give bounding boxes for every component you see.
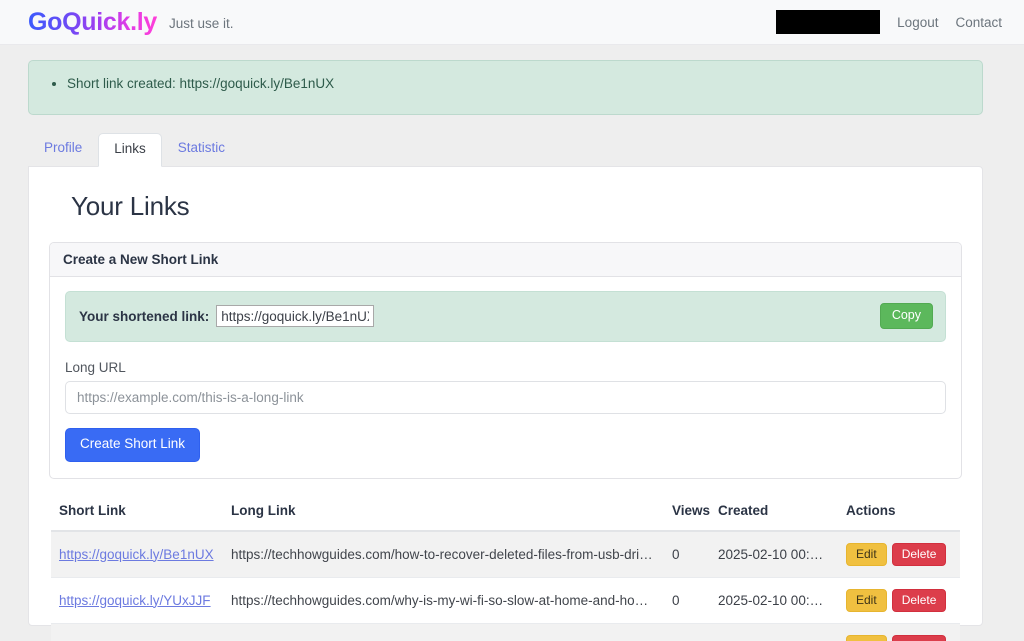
cell-created: 2025-02-10 00:33:19 bbox=[710, 530, 838, 578]
tab-links[interactable]: Links bbox=[98, 133, 162, 168]
table-row: https://goquick.ly/YUxJJF https://techhow… bbox=[51, 576, 960, 624]
shortened-link-label: Your shortened link: bbox=[79, 308, 210, 324]
create-button-row: Create Short Link bbox=[65, 414, 946, 462]
links-table-head: Short Link Long Link Views Created Actio… bbox=[51, 496, 960, 532]
cell-views: 0 bbox=[664, 576, 710, 624]
long-url-label: Long URL bbox=[65, 359, 126, 375]
cell-actions: EditDelete bbox=[838, 530, 960, 578]
header-views: Views bbox=[664, 496, 710, 532]
page-title: Your Links bbox=[71, 191, 190, 222]
username-redacted-box bbox=[776, 10, 881, 34]
create-link-panel: Create a New Short Link Your shortened l… bbox=[49, 242, 962, 479]
short-link-anchor[interactable]: https://goquick.ly/Be1nUX bbox=[59, 547, 214, 562]
header-short-link: Short Link bbox=[51, 496, 223, 532]
cell-short-link: https://goquick.ly/Be1nUX bbox=[51, 530, 223, 578]
cell-long-link: https://techhowguides.com/top-5-password… bbox=[223, 622, 664, 641]
short-link-anchor[interactable]: https://goquick.ly/YUxJJF bbox=[59, 593, 211, 608]
delete-button[interactable]: Delete bbox=[891, 588, 947, 612]
logout-link[interactable]: Logout bbox=[897, 15, 938, 30]
shortened-link-result: Your shortened link: Copy bbox=[65, 291, 946, 342]
cell-actions: EditDelete bbox=[838, 576, 960, 624]
cell-created: 2025-02-10 00:33:07 bbox=[710, 576, 838, 624]
header-actions: Actions bbox=[838, 496, 960, 532]
cell-long-link: https://techhowguides.com/how-to-recover… bbox=[223, 530, 664, 578]
brand-logo[interactable]: GoQuick.ly bbox=[28, 9, 157, 35]
links-table-body: https://goquick.ly/Be1nUX https://techhow… bbox=[51, 530, 960, 641]
header-long-link: Long Link bbox=[223, 496, 664, 532]
long-url-input[interactable] bbox=[65, 380, 946, 414]
cell-actions: Edit Delete bbox=[838, 622, 960, 641]
top-navbar: GoQuick.ly Just use it. Logout Contact bbox=[0, 0, 1024, 45]
tab-bar: Profile Links Statistic bbox=[28, 132, 1024, 168]
edit-button[interactable]: Edit bbox=[846, 634, 887, 641]
links-table: Short Link Long Link Views Created Actio… bbox=[51, 496, 960, 641]
table-header-row: Short Link Long Link Views Created Actio… bbox=[51, 496, 960, 532]
links-table-scroll-area[interactable]: Short Link Long Link Views Created Actio… bbox=[51, 496, 960, 641]
create-short-link-button[interactable]: Create Short Link bbox=[65, 427, 201, 462]
create-link-panel-header: Create a New Short Link bbox=[50, 243, 961, 278]
header-created: Created bbox=[710, 496, 838, 532]
copy-button[interactable]: Copy bbox=[879, 303, 933, 329]
create-link-panel-body: Your shortened link: Copy Long URL Creat… bbox=[50, 277, 961, 477]
edit-button[interactable]: Edit bbox=[846, 542, 887, 566]
brand-tagline: Just use it. bbox=[168, 16, 234, 32]
table-row: https://goquick.ly/Be1nUX https://techhow… bbox=[51, 530, 960, 578]
edit-button[interactable]: Edit bbox=[846, 588, 887, 612]
cell-long-link: https://techhowguides.com/why-is-my-wi-f… bbox=[223, 576, 664, 624]
table-row: https://goquick.ly/3RSNY4https://techhow… bbox=[51, 622, 960, 641]
cell-short-link: https://goquick.ly/YUxJJF bbox=[51, 576, 223, 624]
success-alert: Short link created: https://goquick.ly/B… bbox=[28, 60, 983, 116]
delete-button[interactable]: Delete bbox=[891, 634, 947, 641]
alert-message-list: Short link created: https://goquick.ly/B… bbox=[45, 74, 966, 94]
delete-button[interactable]: Delete bbox=[891, 542, 947, 566]
tab-profile[interactable]: Profile bbox=[28, 132, 98, 166]
cell-created: 2025-02-10 00:32:45 bbox=[710, 622, 838, 641]
cell-short-link: https://goquick.ly/3RSNY4 bbox=[51, 622, 223, 641]
cell-views: 0 bbox=[664, 530, 710, 578]
contact-link[interactable]: Contact bbox=[955, 15, 1002, 30]
links-card: Your Links Create a New Short Link Your … bbox=[28, 166, 983, 641]
shortened-link-input[interactable] bbox=[216, 305, 375, 327]
cell-views: 1 bbox=[664, 622, 710, 641]
alert-message: Short link created: https://goquick.ly/B… bbox=[67, 74, 966, 94]
tab-statistic[interactable]: Statistic bbox=[162, 132, 241, 166]
navbar-right-group: Logout Contact bbox=[776, 10, 1002, 34]
